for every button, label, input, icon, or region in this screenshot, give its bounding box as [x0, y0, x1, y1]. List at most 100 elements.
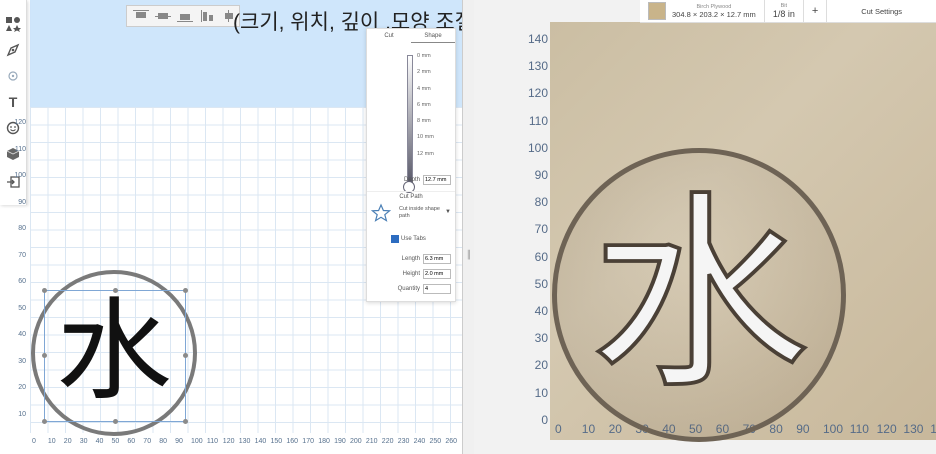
ruler-tick-label: 30: [79, 438, 88, 445]
cut-settings-panel: Cut Shape 0 mm 2 mm 4 mm 6 mm 8 mm 10 mm…: [366, 28, 456, 302]
pen-icon[interactable]: [3, 40, 23, 60]
ruler-tick-label: 10: [47, 438, 56, 445]
resize-handle[interactable]: [183, 353, 188, 358]
align-bottom-icon[interactable]: [177, 10, 193, 22]
material-selector[interactable]: Birch Plywood 304.8 × 203.2 × 12.7 mm: [672, 0, 765, 22]
ruler-tick-label: 140: [930, 422, 936, 436]
ruler-tick-label: 20: [608, 422, 622, 436]
ruler-tick-label: 50: [18, 304, 26, 312]
depth-field[interactable]: [423, 175, 451, 185]
ruler-tick-label: 110: [849, 422, 869, 436]
ruler-tick-label: 150: [270, 438, 283, 445]
target-icon[interactable]: [3, 66, 23, 86]
bit-selector[interactable]: Bit 1/8 in: [765, 0, 804, 22]
ruler-tick-label: 240: [413, 438, 426, 445]
ruler-tick-label: 0: [32, 438, 36, 445]
ruler-tick-label: 40: [18, 331, 26, 338]
depth-tick: 2 mm: [417, 69, 431, 75]
ruler-tick-label: 100: [14, 172, 26, 179]
material-swatch[interactable]: [648, 2, 666, 20]
align-left-icon[interactable]: [199, 10, 215, 22]
resize-handle[interactable]: [183, 419, 188, 424]
depth-label: Depth: [403, 177, 420, 183]
use-tabs-label: Use Tabs: [401, 236, 426, 242]
ruler-tick-label: 30: [534, 331, 548, 346]
ruler-tick-label: 70: [534, 222, 548, 237]
ruler-tick-label: 100: [191, 438, 203, 445]
ruler-tick-label: 100: [823, 422, 844, 436]
align-top-icon[interactable]: [133, 10, 149, 22]
depth-tick: 10 mm: [417, 134, 434, 140]
ruler-tick-label: 120: [527, 86, 548, 101]
cut-settings-button[interactable]: Cut Settings: [827, 0, 936, 22]
ruler-tick-label: 30: [18, 357, 26, 365]
ruler-tick-label: 180: [318, 438, 330, 445]
shapes-icon[interactable]: [3, 14, 23, 34]
ruler-tick-label: 110: [528, 113, 548, 128]
depth-tick: 12 mm: [417, 151, 434, 157]
ruler-tick-label: 10: [18, 410, 26, 418]
design-ruler-x: 0 10 20 30 40 50 60 70 80 90 100 110 120 130 140 150 160…: [30, 433, 462, 454]
ruler-tick-label: 0: [541, 412, 548, 427]
ruler-tick-label: 50: [111, 438, 120, 445]
ruler-tick-label: 90: [796, 422, 810, 436]
ruler-tick-label: 10: [581, 422, 596, 436]
add-button[interactable]: +: [804, 0, 828, 22]
ruler-tick-label: 220: [381, 438, 394, 445]
depth-tick: 8 mm: [417, 118, 431, 124]
ruler-tick-label: 80: [18, 225, 26, 232]
align-toolbar: [126, 5, 240, 27]
ruler-tick-label: 90: [175, 438, 183, 445]
ruler-tick-label: 170: [302, 438, 314, 445]
ruler-tick-label: 230: [397, 438, 410, 445]
ruler-tick-label: 90: [534, 168, 548, 182]
tab-shape[interactable]: Shape: [411, 29, 455, 43]
ruler-tick-label: 160: [286, 438, 299, 445]
chevron-down-icon[interactable]: ▼: [445, 209, 451, 215]
ruler-tick-label: 130: [527, 59, 548, 74]
ruler-tick-label: 80: [159, 438, 167, 445]
cut-path-label: Cut Path: [367, 191, 455, 200]
ruler-tick-label: 140: [527, 32, 548, 46]
ruler-tick-label: 100: [527, 140, 548, 155]
preview-glyph: 水: [588, 171, 812, 418]
ruler-tick-label: 20: [18, 384, 26, 391]
ruler-tick-label: 260: [445, 438, 458, 445]
resize-handle[interactable]: [113, 419, 118, 424]
ruler-tick-label: 190: [334, 438, 346, 445]
ruler-tick-label: 120: [876, 422, 897, 436]
design-glyph[interactable]: 水: [46, 286, 182, 419]
quantity-field[interactable]: [423, 284, 451, 294]
resize-handle[interactable]: [183, 288, 188, 293]
depth-tick: 4 mm: [417, 86, 431, 92]
ruler-tick-label: 50: [534, 276, 548, 291]
depth-tick: 6 mm: [417, 102, 431, 108]
ruler-tick-label: 0: [555, 422, 562, 436]
cut-path-select[interactable]: Cut inside shape path: [399, 206, 441, 220]
depth-slider-track[interactable]: [407, 55, 413, 187]
drag-handle-icon[interactable]: ║: [466, 250, 472, 259]
ruler-tick-label: 80: [534, 195, 548, 210]
resize-handle[interactable]: [42, 419, 47, 424]
ruler-tick-label: 60: [18, 278, 26, 285]
ruler-tick-label: 40: [95, 438, 104, 445]
ruler-tick-label: 70: [18, 251, 26, 259]
design-ruler-y: 120 110 100 90 80 70 60 50 40 30 20 10: [0, 107, 30, 433]
tab-cut[interactable]: Cut: [367, 29, 411, 43]
ruler-tick-label: 90: [18, 198, 26, 206]
ruler-tick-label: 120: [14, 119, 26, 126]
use-tabs-checkbox[interactable]: [391, 235, 399, 243]
star-icon[interactable]: [370, 203, 392, 225]
ruler-tick-label: 130: [238, 438, 251, 445]
depth-tick: 0 mm: [417, 53, 431, 59]
ruler-tick-label: 10: [534, 385, 548, 400]
length-field[interactable]: [423, 254, 451, 264]
height-label: Height: [402, 271, 420, 277]
height-field[interactable]: [423, 269, 451, 279]
material-size: 304.8 × 203.2 × 12.7 mm: [672, 9, 756, 19]
ruler-tick-label: 20: [63, 438, 72, 445]
ruler-tick-label: 200: [350, 438, 362, 445]
align-middle-icon[interactable]: [155, 10, 171, 22]
bit-value: 1/8 in: [772, 9, 795, 19]
ruler-tick-label: 130: [903, 422, 924, 436]
